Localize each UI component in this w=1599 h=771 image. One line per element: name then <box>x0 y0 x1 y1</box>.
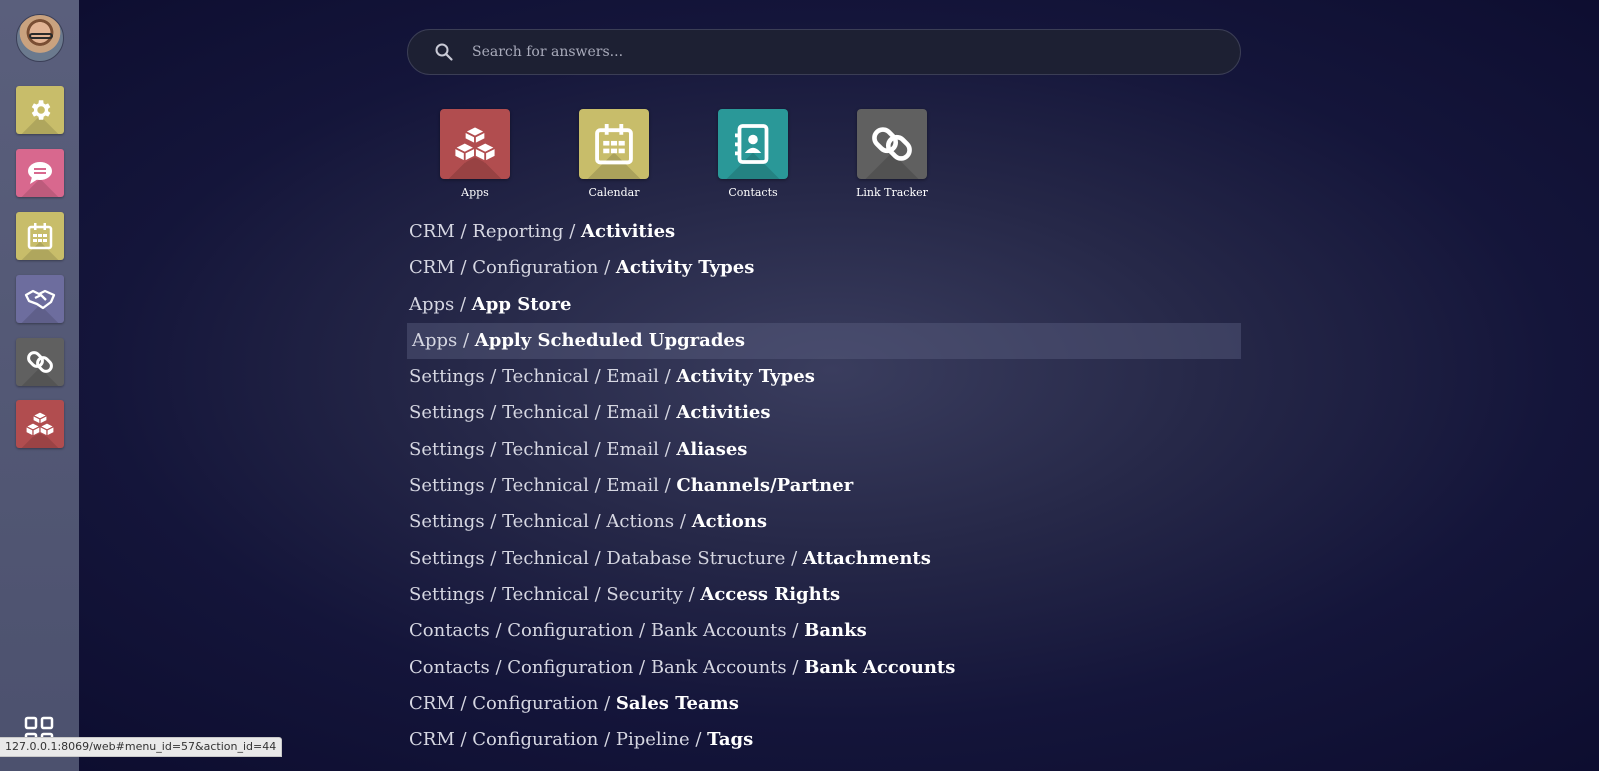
menu-result-path: Settings / Technical / Email / <box>409 438 677 460</box>
app-tile-contacts[interactable]: Contacts <box>693 109 813 199</box>
menu-result-name: Activities <box>581 221 676 242</box>
sidebar-app-crm[interactable] <box>16 275 64 323</box>
app-tile-icon <box>718 109 788 179</box>
menu-result-item[interactable]: Settings / Technical / Email / Channels/… <box>407 468 1241 504</box>
menu-result-item[interactable]: Settings / Technical / Security / Access… <box>407 577 1241 613</box>
sidebar-app-settings[interactable] <box>16 86 64 134</box>
gear-icon <box>31 100 51 120</box>
app-tile-calendar[interactable]: Calendar <box>554 109 674 199</box>
address-book-icon <box>735 124 769 164</box>
calendar-icon <box>595 124 633 165</box>
menu-result-path: CRM / Reporting / <box>409 221 582 242</box>
sidebar-app-link-tracker[interactable] <box>16 338 64 386</box>
handshake-icon <box>24 289 56 310</box>
menu-result-item[interactable]: Settings / Technical / Email / Activity … <box>407 359 1241 395</box>
sidebar-app-discuss[interactable] <box>16 149 64 197</box>
menu-result-name: Sales Teams <box>615 692 739 714</box>
cubes-icon <box>26 411 54 437</box>
menu-result-item-focused[interactable]: Apps / Apply Scheduled Upgrades <box>407 322 1241 360</box>
browser-status-url: 127.0.0.1:8069/web#menu_id=57&action_id=… <box>0 737 283 757</box>
menu-result-item[interactable]: Contacts / Configuration / Bank Accounts… <box>407 613 1241 649</box>
sidebar-app-apps[interactable] <box>16 400 64 448</box>
menu-result-path: Contacts / Configuration / Bank Accounts… <box>409 620 805 642</box>
menu-result-path: CRM / Configuration / <box>409 257 616 279</box>
menu-result-name: Activity Types <box>676 366 815 388</box>
app-tile-link-tracker[interactable]: Link Tracker <box>832 109 952 199</box>
menu-result-name: Access Rights <box>700 583 841 605</box>
app-tile-label: Link Tracker <box>856 186 928 199</box>
menu-result-item[interactable]: CRM / Configuration / Sales Teams <box>407 686 1241 722</box>
cubes-icon <box>454 125 496 163</box>
app-tile-label: Contacts <box>728 186 778 199</box>
menu-result-name: Activity Types <box>615 257 755 279</box>
menu-result-item[interactable]: Apps / App Store <box>407 287 1241 323</box>
app-tile-label: Calendar <box>588 186 640 199</box>
menu-result-name: Attachments <box>802 547 931 569</box>
menu-result-path: Settings / Technical / Email / <box>409 366 677 388</box>
menu-result-item[interactable]: CRM / Reporting / Activities <box>407 214 1241 250</box>
user-avatar[interactable] <box>16 14 64 62</box>
menu-result-path: Settings / Technical / Actions / <box>409 511 692 533</box>
menu-results-list: CRM / Reporting / Activities CRM / Confi… <box>407 214 1241 758</box>
chat-bubble-icon <box>28 162 52 184</box>
menu-result-name: Activities <box>676 402 771 424</box>
menu-result-path: Settings / Technical / Security / <box>409 583 701 605</box>
menu-result-item[interactable]: CRM / Configuration / Pipeline / Tags <box>407 722 1241 758</box>
link-icon <box>872 127 912 161</box>
sidebar <box>0 0 79 771</box>
app-tile-label: Apps <box>461 186 489 199</box>
search-icon <box>435 43 453 61</box>
app-tile-icon <box>857 109 927 179</box>
app-tile-icon <box>440 109 510 179</box>
menu-result-name: Actions <box>691 511 767 533</box>
menu-result-path: CRM / Configuration / <box>409 692 616 714</box>
app-tile-icon <box>579 109 649 179</box>
menu-result-path: Apps / <box>409 293 472 315</box>
menu-result-path: CRM / Configuration / Pipeline / <box>409 729 708 751</box>
menu-result-item[interactable]: Contacts / Configuration / Bank Accounts… <box>407 650 1241 686</box>
menu-result-name: Tags <box>707 729 754 751</box>
menu-result-name: Apply Scheduled Upgrades <box>474 329 745 351</box>
link-icon <box>27 351 53 373</box>
menu-result-path: Apps / <box>412 329 475 351</box>
menu-result-path: Settings / Technical / Email / <box>409 402 677 424</box>
menu-result-item[interactable]: Settings / Technical / Email / Activitie… <box>407 395 1241 431</box>
sidebar-app-calendar[interactable] <box>16 212 64 260</box>
menu-result-name: Aliases <box>676 438 748 460</box>
menu-result-name: Bank Accounts <box>804 656 956 678</box>
menu-result-path: Contacts / Configuration / Bank Accounts… <box>409 656 805 678</box>
calendar-icon <box>27 223 53 250</box>
menu-result-item[interactable]: Settings / Technical / Actions / Actions <box>407 504 1241 540</box>
menu-result-item[interactable]: Settings / Technical / Email / Aliases <box>407 432 1241 468</box>
menu-result-item[interactable]: Settings / Technical / Database Structur… <box>407 541 1241 577</box>
search-bar <box>407 29 1241 75</box>
menu-result-item[interactable]: CRM / Configuration / Activity Types <box>407 250 1241 286</box>
menu-result-name: Banks <box>804 620 867 642</box>
search-input[interactable] <box>472 44 1172 60</box>
menu-result-path: Settings / Technical / Database Structur… <box>409 547 803 569</box>
menu-result-path: Settings / Technical / Email / <box>409 475 677 497</box>
app-tile-apps[interactable]: Apps <box>415 109 535 199</box>
menu-result-name: App Store <box>471 293 572 315</box>
menu-result-name: Channels/Partner <box>676 475 854 497</box>
